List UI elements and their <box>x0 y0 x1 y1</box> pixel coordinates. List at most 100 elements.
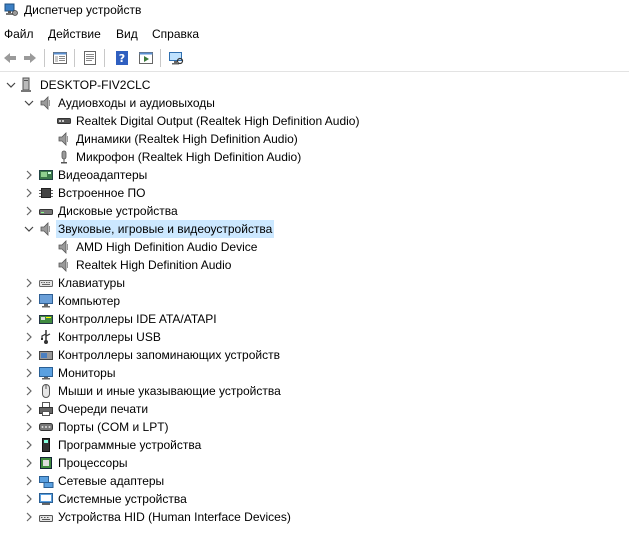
speaker-icon <box>56 239 72 255</box>
disk-drive-icon <box>38 203 54 219</box>
menu-file[interactable]: Файл <box>4 26 34 42</box>
tree-item-label: Контроллеры USB <box>58 330 161 344</box>
tree-category[interactable]: Аудиовходы и аудиовыходы <box>0 94 629 112</box>
tree-category[interactable]: Контроллеры IDE ATA/ATAPI <box>0 310 629 328</box>
tree-device[interactable]: Realtek High Definition Audio <box>0 256 629 274</box>
tree-category[interactable]: Встроенное ПО <box>0 184 629 202</box>
toolbar-separator <box>74 49 75 67</box>
tree-item-label: Очереди печати <box>58 402 149 416</box>
toolbar-separator <box>160 49 161 67</box>
tree-item-label: Видеоадаптеры <box>58 168 148 182</box>
tree-item-label: Динамики (Realtek High Definition Audio) <box>76 132 298 146</box>
chevron-right-icon[interactable] <box>22 508 36 526</box>
menu-action[interactable]: Действие <box>48 26 101 42</box>
tree-item-label: DESKTOP-FIV2CLC <box>40 78 151 92</box>
mouse-icon <box>38 383 54 399</box>
back-icon <box>4 53 16 63</box>
help-icon: ? <box>116 51 128 65</box>
tree-category[interactable]: Мыши и иные указывающие устройства <box>0 382 629 400</box>
monitor-icon <box>38 365 54 381</box>
speaker-icon <box>38 95 54 111</box>
tree-item-label: Дисковые устройства <box>58 204 178 218</box>
window-title: Диспетчер устройств <box>24 3 142 17</box>
tree-item-label: AMD High Definition Audio Device <box>76 240 258 254</box>
forward-button[interactable] <box>20 48 40 68</box>
chevron-down-icon[interactable] <box>22 220 36 238</box>
network-adapter-icon <box>38 473 54 489</box>
tree-category[interactable]: Клавиатуры <box>0 274 629 292</box>
run-button[interactable] <box>136 48 156 68</box>
menu-view[interactable]: Вид <box>116 26 138 42</box>
tree-category[interactable]: Процессоры <box>0 454 629 472</box>
back-button[interactable] <box>0 48 20 68</box>
tree-item-label: Клавиатуры <box>58 276 125 290</box>
chevron-down-icon[interactable] <box>22 94 36 112</box>
tree-item-label: Аудиовходы и аудиовыходы <box>58 96 215 110</box>
tree-item-label: Сетевые адаптеры <box>58 474 165 488</box>
display-adapter-icon <box>38 167 54 183</box>
tree-root-node[interactable]: DESKTOP-FIV2CLC <box>0 76 629 94</box>
chevron-right-icon[interactable] <box>22 418 36 436</box>
tree-category[interactable]: Контроллеры запоминающих устройств <box>0 346 629 364</box>
chevron-right-icon[interactable] <box>22 184 36 202</box>
tree-item-label: Realtek Digital Output (Realtek High Def… <box>76 114 360 128</box>
tree-device[interactable]: Realtek Digital Output (Realtek High Def… <box>0 112 629 130</box>
root-computer-icon <box>20 77 36 93</box>
svg-text:?: ? <box>119 52 125 65</box>
tree-item-label: Звуковые, игровые и видеоустройства <box>56 220 275 238</box>
properties-icon <box>84 51 96 65</box>
chevron-right-icon[interactable] <box>22 346 36 364</box>
tree-category[interactable]: Сетевые адаптеры <box>0 472 629 490</box>
device-manager-icon <box>4 3 18 16</box>
tree-device[interactable]: Микрофон (Realtek High Definition Audio) <box>0 148 629 166</box>
show-hide-tree-button[interactable] <box>50 48 70 68</box>
scan-hardware-button[interactable] <box>166 48 186 68</box>
tree-category[interactable]: Программные устройства <box>0 436 629 454</box>
chevron-right-icon[interactable] <box>22 328 36 346</box>
port-icon <box>38 419 54 435</box>
chevron-right-icon[interactable] <box>22 166 36 184</box>
chevron-right-icon[interactable] <box>22 472 36 490</box>
chevron-right-icon[interactable] <box>22 382 36 400</box>
speaker-icon <box>38 221 54 237</box>
toolbar-separator <box>44 49 45 67</box>
chevron-right-icon[interactable] <box>22 454 36 472</box>
tree-item-label: Контроллеры IDE ATA/ATAPI <box>58 312 217 326</box>
tree-category[interactable]: Компьютер <box>0 292 629 310</box>
chevron-right-icon[interactable] <box>22 202 36 220</box>
tree-category[interactable]: Очереди печати <box>0 400 629 418</box>
tree-category[interactable]: Звуковые, игровые и видеоустройства <box>0 220 629 238</box>
chevron-right-icon[interactable] <box>22 400 36 418</box>
tree-category[interactable]: Системные устройства <box>0 490 629 508</box>
toolbar: ? <box>0 45 629 72</box>
properties-button[interactable] <box>80 48 100 68</box>
chevron-right-icon[interactable] <box>22 364 36 382</box>
tree-category[interactable]: Контроллеры USB <box>0 328 629 346</box>
tree-category[interactable]: Устройства HID (Human Interface Devices) <box>0 508 629 526</box>
chevron-right-icon[interactable] <box>22 436 36 454</box>
chevron-right-icon[interactable] <box>22 292 36 310</box>
menu-help[interactable]: Справка <box>152 26 199 42</box>
tree-category[interactable]: Видеоадаптеры <box>0 166 629 184</box>
chevron-right-icon[interactable] <box>22 274 36 292</box>
tree-category[interactable]: Мониторы <box>0 364 629 382</box>
tree-category[interactable]: Порты (COM и LPT) <box>0 418 629 436</box>
chevron-right-icon[interactable] <box>22 310 36 328</box>
tree-item-label: Мониторы <box>58 366 116 380</box>
tree-device[interactable]: AMD High Definition Audio Device <box>0 238 629 256</box>
tree-item-label: Порты (COM и LPT) <box>58 420 169 434</box>
microphone-icon <box>56 149 72 165</box>
tree-item-label: Процессоры <box>58 456 128 470</box>
run-icon <box>139 52 153 64</box>
show-hide-tree-icon <box>53 52 67 64</box>
tree-category[interactable]: Дисковые устройства <box>0 202 629 220</box>
menu-bar: Файл Действие Вид Справка <box>0 24 629 44</box>
tree-item-label: Контроллеры запоминающих устройств <box>58 348 280 362</box>
digital-output-icon <box>56 113 72 129</box>
chevron-right-icon[interactable] <box>22 490 36 508</box>
tree-item-label: Компьютер <box>58 294 121 308</box>
help-button[interactable]: ? <box>112 48 132 68</box>
tree-device[interactable]: Динамики (Realtek High Definition Audio) <box>0 130 629 148</box>
chevron-down-icon[interactable] <box>4 76 18 94</box>
tree-item-label: Устройства HID (Human Interface Devices) <box>58 510 291 524</box>
